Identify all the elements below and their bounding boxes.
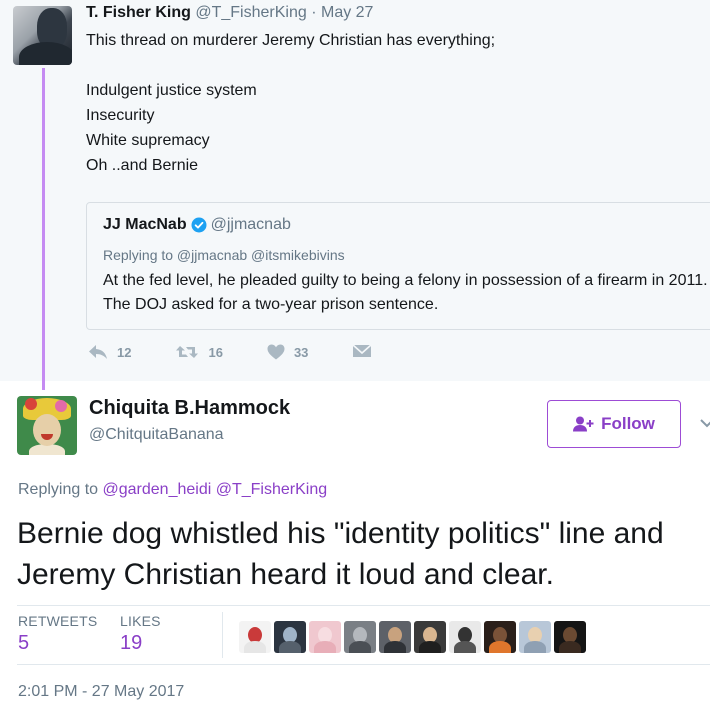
- follow-label: Follow: [601, 414, 655, 433]
- parent-actions: 12 16 33: [88, 344, 416, 360]
- retweet-icon: [176, 346, 199, 358]
- quoted-replying-to: Replying to @jjmacnab @itsmikebivins: [103, 247, 345, 263]
- author-name[interactable]: Chiquita B.Hammock: [89, 397, 290, 420]
- thread-connector-line: [42, 68, 45, 390]
- like-count: 33: [293, 344, 309, 360]
- liker-avatar[interactable]: [344, 621, 376, 653]
- author-avatar[interactable]: [17, 396, 77, 455]
- parent-author-name[interactable]: T. Fisher King: [86, 4, 191, 21]
- retweet-count: 16: [208, 344, 223, 360]
- tweet-text: Bernie dog whistled his "identity politi…: [17, 517, 664, 591]
- caret-down-icon[interactable]: [700, 418, 710, 428]
- replying-to-label: Replying to: [18, 481, 99, 498]
- liker-avatar[interactable]: [519, 621, 551, 653]
- retweet-button[interactable]: 16: [175, 344, 223, 360]
- like-button[interactable]: 33: [267, 344, 308, 360]
- replying-to: Replying to @garden_heidi @T_FisherKing: [18, 481, 327, 499]
- parent-separator: ·: [311, 4, 317, 21]
- heart-icon: [267, 344, 285, 360]
- parent-tweet-text: This thread on murderer Jeremy Christian…: [86, 28, 495, 178]
- parent-text-blank: [86, 53, 495, 78]
- parent-text-line: Oh ..and Bernie: [86, 157, 199, 174]
- likes-count: 19: [120, 632, 143, 654]
- quoted-author-name: JJ MacNab: [103, 216, 187, 233]
- parent-text-line: This thread on murderer Jeremy Christian…: [86, 32, 496, 49]
- parent-avatar[interactable]: [13, 6, 72, 65]
- reply-count: 12: [117, 344, 132, 360]
- follow-person-icon: [573, 416, 594, 432]
- parent-text-line: Indulgent justice system: [86, 82, 257, 99]
- retweets-stat[interactable]: RETWEETS 5: [18, 613, 97, 655]
- direct-message-icon: [352, 344, 372, 357]
- quoted-tweet[interactable]: JJ MacNab @jjmacnab Replying to @jjmacna…: [86, 202, 710, 330]
- reply-button[interactable]: 12: [88, 344, 131, 360]
- parent-text-line: Insecurity: [86, 107, 155, 124]
- liker-avatar[interactable]: [379, 621, 411, 653]
- direct-message-button[interactable]: [352, 344, 372, 360]
- tweet-timestamp[interactable]: 2:01 PM - 27 May 2017: [18, 683, 184, 701]
- quoted-author-handle: @jjmacnab: [210, 216, 291, 233]
- liker-avatar[interactable]: [484, 621, 516, 653]
- parent-date[interactable]: May 27: [321, 4, 373, 21]
- parent-header: T. Fisher King @T_FisherKing · May 27: [86, 4, 373, 22]
- parent-tweet[interactable]: T. Fisher King @T_FisherKing · May 27 Th…: [0, 0, 710, 381]
- quoted-tweet-text: At the fed level, he pleaded guilty to b…: [103, 272, 708, 313]
- liker-avatar[interactable]: [309, 621, 341, 653]
- likes-stat[interactable]: LIKES 19: [120, 613, 161, 655]
- stats-divider-vertical: [222, 612, 223, 658]
- replying-to-link[interactable]: @T_FisherKing: [216, 481, 327, 498]
- stats-divider-top: [17, 605, 710, 606]
- quoted-header: JJ MacNab @jjmacnab: [103, 216, 291, 234]
- parent-author-handle[interactable]: @T_FisherKing: [195, 4, 306, 21]
- liker-avatar[interactable]: [414, 621, 446, 653]
- parent-text-line: White supremacy: [86, 132, 210, 149]
- liker-avatar[interactable]: [554, 621, 586, 653]
- likes-label: LIKES: [120, 613, 161, 629]
- verified-badge-icon: [191, 217, 207, 233]
- liker-avatar[interactable]: [239, 621, 271, 653]
- liker-avatar[interactable]: [449, 621, 481, 653]
- author-handle[interactable]: @ChitquitaBanana: [89, 426, 224, 444]
- liker-avatars: [239, 621, 589, 653]
- retweets-count: 5: [18, 632, 30, 654]
- liker-avatar[interactable]: [274, 621, 306, 653]
- retweets-label: RETWEETS: [18, 613, 98, 629]
- replying-to-link[interactable]: @garden_heidi: [103, 481, 212, 498]
- follow-button[interactable]: Follow: [547, 400, 681, 448]
- stats-divider-bottom: [17, 664, 710, 665]
- reply-icon: [89, 345, 107, 359]
